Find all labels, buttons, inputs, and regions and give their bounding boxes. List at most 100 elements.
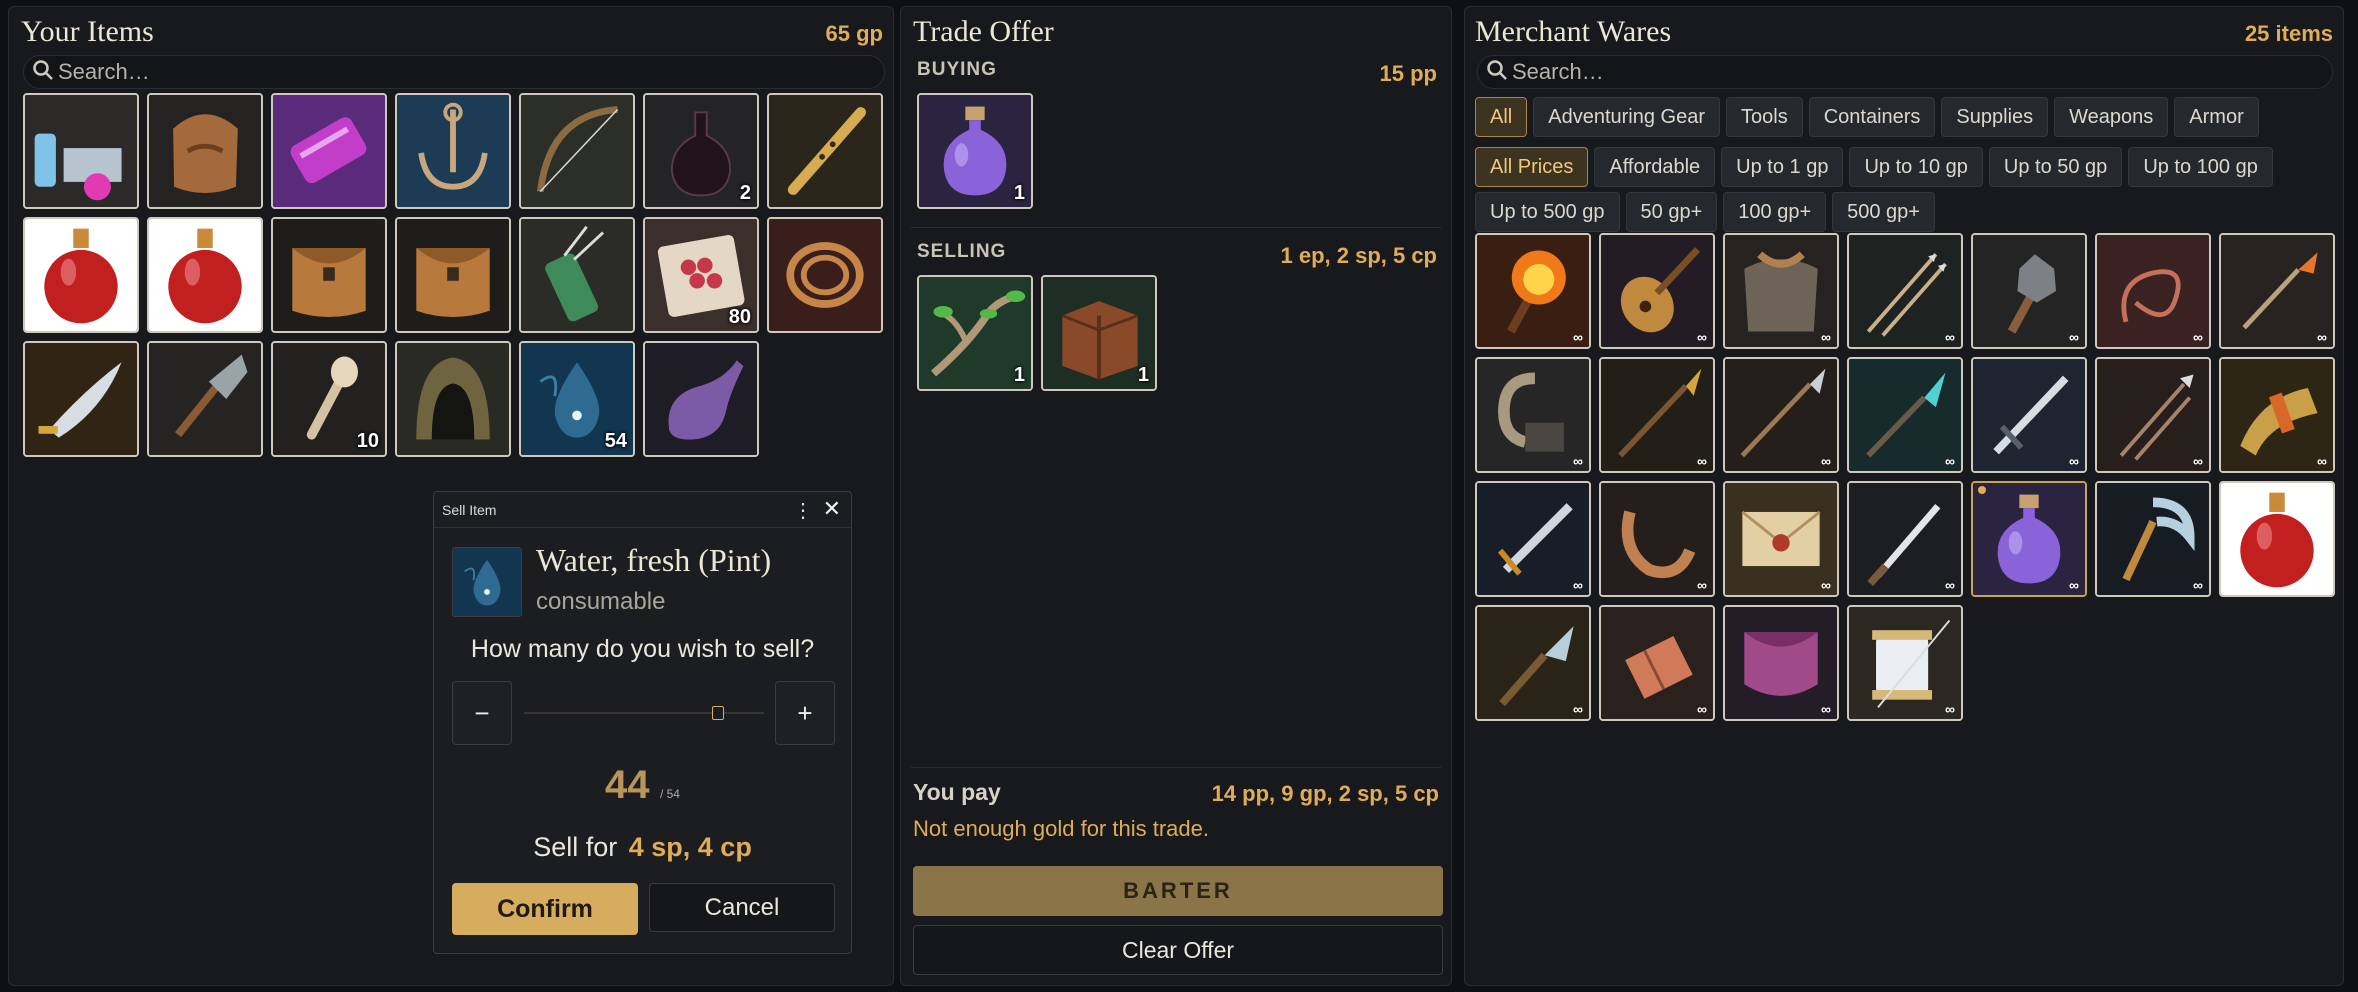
sell-for-label: Sell for [533, 832, 618, 862]
merchant-ware-slot[interactable]: ∞ [1723, 481, 1839, 597]
price-filter-chip[interactable]: 50 gp+ [1625, 192, 1718, 232]
items-search-input[interactable] [58, 59, 825, 85]
selling-label: SELLING [917, 241, 1007, 262]
price-filter-row-2: Up to 500 gp 50 gp+ 100 gp+ 500 gp+ [1475, 192, 1941, 232]
your-items-grid: 2 80 10 54 [23, 93, 883, 457]
backpack-icon [149, 95, 261, 207]
category-filter-chip[interactable]: Armor [2174, 97, 2259, 137]
dialog-item-name: Water, fresh (Pint) [536, 542, 772, 578]
selling-item-slot[interactable]: 1 [917, 275, 1033, 391]
merchant-ware-slot[interactable]: ∞ [2095, 481, 2211, 597]
decrease-quantity-button[interactable]: − [452, 681, 512, 745]
inventory-item-slot[interactable]: 10 [271, 341, 387, 457]
inventory-item-slot[interactable] [271, 93, 387, 209]
category-filter-chip[interactable]: Adventuring Gear [1533, 97, 1720, 137]
merchant-ware-slot[interactable]: ∞ [1847, 357, 1963, 473]
merchant-ware-slot[interactable]: ∞ [1475, 233, 1591, 349]
inventory-item-slot[interactable] [767, 93, 883, 209]
max-quantity: / 54 [659, 787, 680, 801]
merchant-ware-slot[interactable]: ∞ [2219, 233, 2335, 349]
merchant-ware-slot[interactable]: ∞ [2219, 357, 2335, 473]
category-filter-chip[interactable]: Supplies [1941, 97, 2049, 137]
cancel-button[interactable]: Cancel [649, 883, 835, 932]
price-filter-chip[interactable]: All Prices [1475, 147, 1589, 187]
inventory-item-slot[interactable] [395, 217, 511, 333]
merchant-ware-slot[interactable]: ∞ [1847, 481, 1963, 597]
merchant-ware-slot[interactable]: ∞ [1971, 481, 2087, 597]
inventory-item-slot[interactable] [23, 341, 139, 457]
quantity-slider[interactable] [524, 706, 764, 720]
merchant-ware-slot[interactable]: ∞ [1475, 605, 1591, 721]
merchant-ware-slot[interactable]: ∞ [1475, 481, 1591, 597]
merchant-ware-slot[interactable]: ∞ [1599, 605, 1715, 721]
selling-item-slot[interactable]: 1 [1041, 275, 1157, 391]
price-filter-chip[interactable]: Up to 1 gp [1721, 147, 1844, 187]
price-filter-chip[interactable]: Up to 100 gp [2128, 147, 2273, 187]
increase-quantity-button[interactable]: + [775, 681, 835, 745]
category-filter-chip[interactable]: All [1475, 97, 1528, 137]
merchant-ware-slot[interactable]: ∞ [1723, 357, 1839, 473]
inventory-item-slot[interactable] [643, 341, 759, 457]
inventory-item-slot[interactable] [147, 93, 263, 209]
merchant-search-box[interactable] [1477, 55, 2333, 89]
infinite-stock-label: ∞ [1573, 329, 1583, 345]
player-gold: 65 gp [825, 21, 883, 46]
price-filter-chip[interactable]: Up to 10 gp [1849, 147, 1983, 187]
inventory-item-slot[interactable] [23, 217, 139, 333]
category-filter-chip[interactable]: Weapons [2054, 97, 2169, 137]
inventory-item-slot[interactable] [395, 93, 511, 209]
price-filter-chip[interactable]: Up to 50 gp [1988, 147, 2123, 187]
merchant-search-input[interactable] [1512, 59, 2274, 85]
merchant-ware-slot[interactable]: ∞ [2095, 233, 2211, 349]
section-divider [911, 227, 1441, 228]
inventory-item-slot[interactable] [147, 217, 263, 333]
confirm-button[interactable]: Confirm [452, 883, 638, 935]
merchant-ware-slot[interactable]: ∞ [1723, 233, 1839, 349]
inventory-item-slot[interactable] [23, 93, 139, 209]
close-icon[interactable]: ✕ [823, 496, 841, 522]
merchant-ware-slot[interactable]: ∞ [1847, 605, 1963, 721]
merchant-ware-slot[interactable]: ∞ [1599, 357, 1715, 473]
price-filter-chip[interactable]: 500 gp+ [1832, 192, 1935, 232]
merchant-ware-slot[interactable]: ∞ [1599, 233, 1715, 349]
merchant-ware-slot[interactable]: ∞ [1847, 233, 1963, 349]
inventory-item-slot[interactable] [767, 217, 883, 333]
category-filter-chip[interactable]: Tools [1726, 97, 1803, 137]
slider-thumb[interactable] [712, 706, 725, 720]
merchant-ware-slot[interactable]: ∞ [1971, 233, 2087, 349]
barter-button[interactable]: BARTER [913, 866, 1443, 916]
inventory-item-slot[interactable] [271, 217, 387, 333]
rope-icon [769, 219, 881, 331]
merchant-ware-slot[interactable]: ∞ [2219, 481, 2335, 597]
you-pay-value: 14 pp, 9 gp, 2 sp, 5 cp [1211, 781, 1439, 806]
infinite-stock-label: ∞ [2317, 577, 2327, 593]
items-search-box[interactable] [23, 55, 885, 89]
clear-offer-button[interactable]: Clear Offer [913, 925, 1443, 975]
more-options-icon[interactable]: ⋮ [793, 498, 813, 523]
search-icon [32, 59, 54, 86]
inventory-item-slot[interactable]: 80 [643, 217, 759, 333]
item-quantity: 1 [1013, 364, 1025, 386]
inventory-item-slot[interactable]: 54 [519, 341, 635, 457]
price-filter-chip[interactable]: 100 gp+ [1723, 192, 1827, 232]
pay-divider [911, 767, 1441, 768]
buying-value: 15 pp [1379, 61, 1437, 86]
inventory-item-slot[interactable] [519, 93, 635, 209]
you-pay-label: You pay [913, 779, 1001, 805]
inventory-item-slot[interactable] [519, 217, 635, 333]
inventory-item-slot[interactable]: 2 [643, 93, 759, 209]
trade-offer-title: Trade Offer [913, 15, 1054, 48]
merchant-ware-slot[interactable]: ∞ [2095, 357, 2211, 473]
price-filter-chip[interactable]: Up to 500 gp [1475, 192, 1620, 232]
merchant-ware-slot[interactable]: ∞ [1971, 357, 2087, 473]
buying-item-slot[interactable]: 1 [917, 93, 1033, 209]
inventory-item-slot[interactable] [395, 341, 511, 457]
infinite-stock-label: ∞ [2193, 577, 2203, 593]
merchant-ware-slot[interactable]: ∞ [1723, 605, 1839, 721]
merchant-ware-slot[interactable]: ∞ [1475, 357, 1591, 473]
price-filter-chip[interactable]: Affordable [1594, 147, 1716, 187]
merchant-ware-slot[interactable]: ∞ [1599, 481, 1715, 597]
inventory-item-slot[interactable] [147, 341, 263, 457]
category-filter-chip[interactable]: Containers [1808, 97, 1936, 137]
search-icon [1486, 59, 1508, 86]
